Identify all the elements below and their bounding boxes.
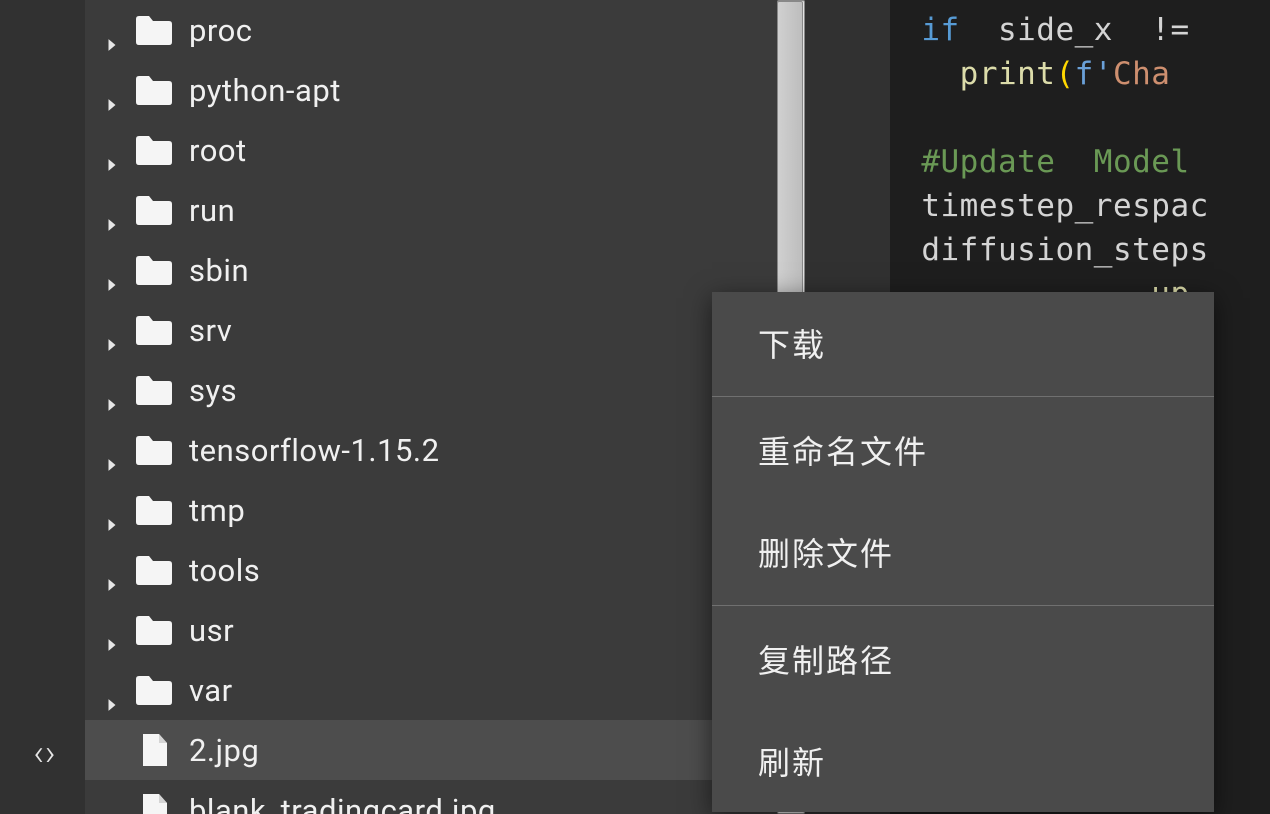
- context-menu-item[interactable]: 刷新: [712, 710, 1214, 812]
- code-token: Cha: [1113, 56, 1171, 92]
- tree-item-python-apt[interactable]: python-apt: [85, 60, 805, 120]
- menu-divider: [712, 605, 1214, 606]
- file-icon: [134, 733, 174, 767]
- context-menu-item[interactable]: 下载: [712, 292, 1214, 394]
- code-toggle-icon[interactable]: ‹ ›: [33, 732, 51, 774]
- tree-item-label: proc: [189, 12, 253, 49]
- tree-item-sbin[interactable]: sbin: [85, 240, 805, 300]
- file-tree-panel: proc python-apt root run sbin srv sys tensorflo…: [85, 0, 805, 814]
- chevron-right-icon[interactable]: [105, 443, 119, 457]
- chevron-right-icon[interactable]: [105, 203, 119, 217]
- folder-icon: [134, 13, 174, 47]
- code-token: !=: [1151, 12, 1189, 48]
- code-token: (: [1055, 56, 1074, 92]
- code-line: diffusion_steps: [861, 228, 1270, 272]
- menu-divider: [712, 396, 1214, 397]
- tree-item-label: srv: [189, 312, 232, 349]
- code-line: #Update Model: [861, 140, 1270, 184]
- chevron-right-icon[interactable]: [105, 143, 119, 157]
- context-menu-item[interactable]: 重命名文件: [712, 399, 1214, 501]
- code-line: print(f'Cha: [861, 52, 1270, 96]
- left-gutter: ‹ ›: [0, 0, 85, 814]
- code-token: timestep_respac: [921, 188, 1208, 224]
- tree-item-label: 2.jpg: [189, 732, 259, 769]
- folder-icon: [134, 493, 174, 527]
- folder-icon: [134, 433, 174, 467]
- code-line: timestep_respac: [861, 184, 1270, 228]
- tree-item-tensorflow-1-15-2[interactable]: tensorflow-1.15.2: [85, 420, 805, 480]
- tree-item-sys[interactable]: sys: [85, 360, 805, 420]
- tree-item-label: tools: [189, 552, 260, 589]
- folder-icon: [134, 193, 174, 227]
- tree-item-srv[interactable]: srv: [85, 300, 805, 360]
- code-token: #Update Model: [921, 144, 1208, 180]
- tree-item-label: var: [189, 672, 233, 709]
- chevron-right-icon[interactable]: [105, 383, 119, 397]
- chevron-right-icon[interactable]: [105, 83, 119, 97]
- tree-item-label: tensorflow-1.15.2: [189, 432, 440, 469]
- tree-item-2-jpg[interactable]: 2.jpg: [85, 720, 805, 780]
- folder-icon: [134, 373, 174, 407]
- context-menu-item[interactable]: 删除文件: [712, 501, 1214, 603]
- tree-item-label: sbin: [189, 252, 249, 289]
- tree-item-label: run: [189, 192, 235, 229]
- folder-icon: [134, 313, 174, 347]
- chevron-right-icon[interactable]: [105, 683, 119, 697]
- tree-item-tmp[interactable]: tmp: [85, 480, 805, 540]
- chevron-right-icon[interactable]: [105, 263, 119, 277]
- chevron-right-icon[interactable]: [105, 623, 119, 637]
- code-token: print: [960, 56, 1056, 92]
- tree-item-label: usr: [189, 612, 234, 649]
- tree-item-usr[interactable]: usr: [85, 600, 805, 660]
- tree-item-root[interactable]: root: [85, 120, 805, 180]
- folder-icon: [134, 133, 174, 167]
- tree-item-proc[interactable]: proc: [85, 0, 805, 60]
- chevron-right-icon[interactable]: [105, 323, 119, 337]
- tree-item-label: root: [189, 132, 247, 169]
- tree-item-tools[interactable]: tools: [85, 540, 805, 600]
- tree-item-blank-tradingcard-jpg[interactable]: blank_tradingcard.jpg: [85, 780, 805, 814]
- tree-item-run[interactable]: run: [85, 180, 805, 240]
- folder-icon: [134, 553, 174, 587]
- tree-item-label: blank_tradingcard.jpg: [189, 792, 496, 814]
- file-icon: [134, 793, 174, 814]
- chevron-right-icon[interactable]: [105, 23, 119, 37]
- folder-icon: [134, 73, 174, 107]
- code-token: if: [921, 12, 959, 48]
- folder-icon: [134, 253, 174, 287]
- context-menu-item[interactable]: 复制路径: [712, 608, 1214, 710]
- tree-item-var[interactable]: var: [85, 660, 805, 720]
- code-line: [861, 96, 1270, 140]
- tree-item-label: sys: [189, 372, 237, 409]
- context-menu: 下载重命名文件删除文件复制路径刷新: [712, 292, 1214, 812]
- folder-icon: [134, 673, 174, 707]
- code-token: f': [1075, 56, 1113, 92]
- tree-item-label: python-apt: [189, 72, 341, 109]
- code-token: side_x: [960, 12, 1152, 48]
- code-line: if side_x !=: [861, 8, 1270, 52]
- code-token: diffusion_steps: [921, 232, 1208, 268]
- chevron-right-icon[interactable]: [105, 503, 119, 517]
- chevron-right-icon[interactable]: [105, 563, 119, 577]
- folder-icon: [134, 613, 174, 647]
- tree-item-label: tmp: [189, 492, 245, 529]
